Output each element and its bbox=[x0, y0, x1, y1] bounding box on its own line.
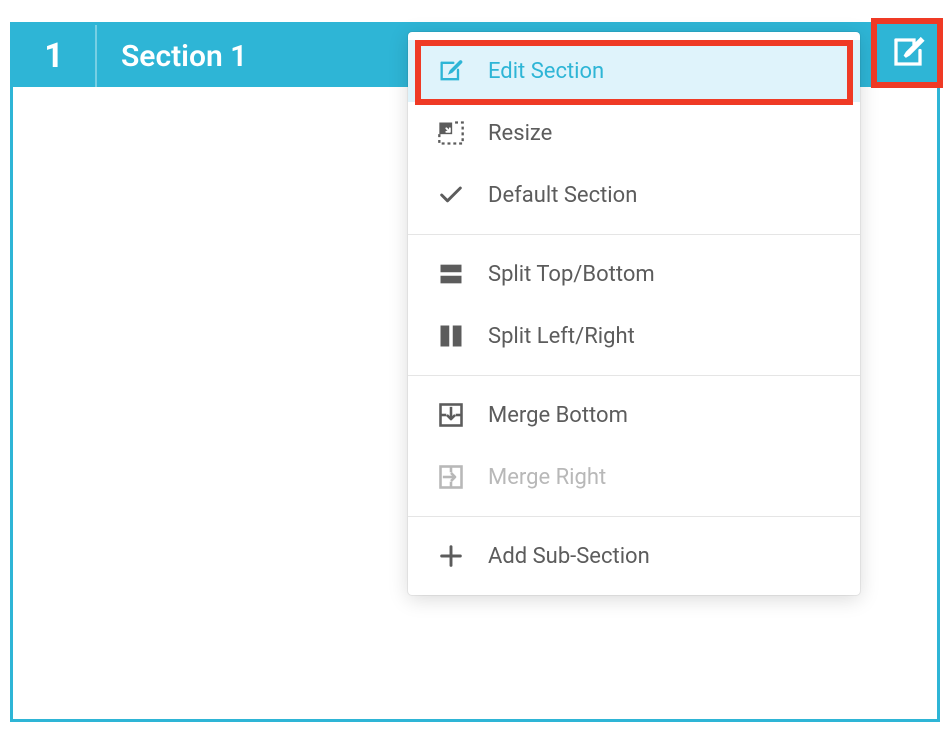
menu-item-split-left-right[interactable]: Split Left/Right bbox=[408, 305, 860, 367]
merge-right-icon bbox=[436, 462, 466, 492]
split-horizontal-icon bbox=[436, 259, 466, 289]
section-title: Section 1 bbox=[97, 39, 247, 74]
menu-item-edit-section[interactable]: Edit Section bbox=[408, 40, 860, 102]
menu-label: Merge Bottom bbox=[488, 403, 628, 428]
menu-item-merge-right: Merge Right bbox=[408, 446, 860, 508]
menu-label: Add Sub-Section bbox=[488, 544, 650, 569]
edit-icon bbox=[890, 34, 926, 74]
section-context-menu: Edit Section Resize Default Section S bbox=[408, 32, 860, 595]
menu-item-default-section[interactable]: Default Section bbox=[408, 164, 860, 226]
menu-item-resize[interactable]: Resize bbox=[408, 102, 860, 164]
menu-item-merge-bottom[interactable]: Merge Bottom bbox=[408, 384, 860, 446]
menu-item-add-sub-section[interactable]: Add Sub-Section bbox=[408, 525, 860, 587]
section-number: 1 bbox=[13, 36, 95, 76]
menu-label: Resize bbox=[488, 121, 552, 146]
menu-label: Default Section bbox=[488, 183, 637, 208]
menu-separator bbox=[408, 234, 860, 235]
menu-separator bbox=[408, 375, 860, 376]
resize-icon bbox=[436, 118, 466, 148]
menu-label: Split Left/Right bbox=[488, 324, 635, 349]
plus-icon bbox=[436, 541, 466, 571]
menu-label: Split Top/Bottom bbox=[488, 262, 655, 287]
menu-label: Edit Section bbox=[488, 59, 604, 84]
edit-icon bbox=[436, 56, 466, 86]
merge-bottom-icon bbox=[436, 400, 466, 430]
edit-section-button[interactable] bbox=[882, 28, 934, 80]
check-icon bbox=[436, 180, 466, 210]
split-vertical-icon bbox=[436, 321, 466, 351]
menu-item-split-top-bottom[interactable]: Split Top/Bottom bbox=[408, 243, 860, 305]
menu-label: Merge Right bbox=[488, 465, 606, 490]
menu-separator bbox=[408, 516, 860, 517]
